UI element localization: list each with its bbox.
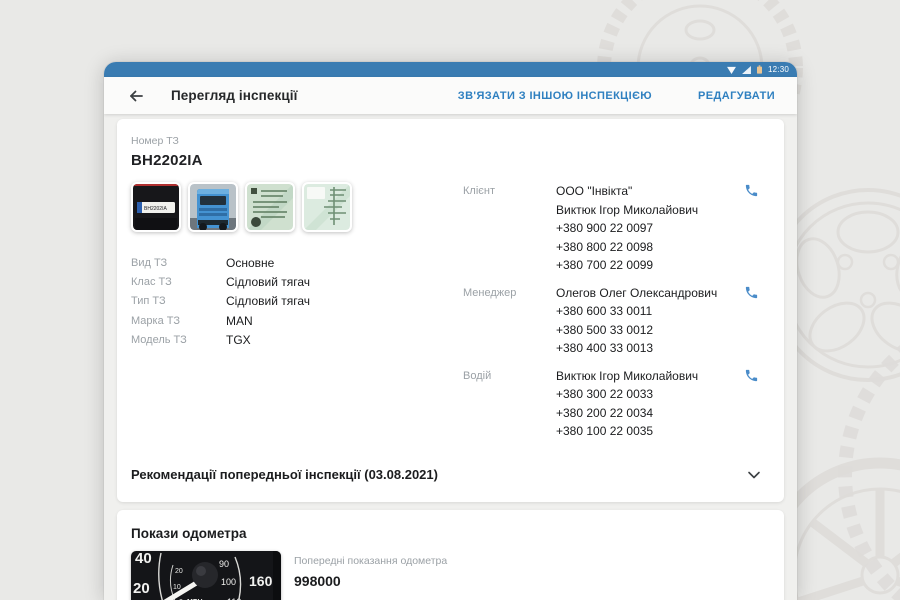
contact-label: Клієнт	[463, 185, 495, 197]
tablet-screen: 12:30 Перегляд інспекції ЗВ'ЯЗАТИ З ІНШО…	[104, 62, 797, 600]
vehicle-info-column: BH2202IA Вид ТЗ Основне Клас ТЗ Сідловий…	[131, 182, 463, 441]
vehicle-specs: Вид ТЗ Основне Клас ТЗ Сідловий тягач Тип …	[131, 254, 463, 350]
contact-label: Водій	[463, 369, 492, 382]
previous-reading-label: Попередні показання одометра	[294, 554, 448, 567]
vehicle-number-value: ВН2202ІА	[131, 152, 203, 169]
cellular-signal-icon	[742, 65, 751, 74]
registration-doc-photo-2[interactable]	[302, 182, 352, 232]
phone-icon[interactable]	[744, 284, 770, 358]
odometer-previous-reading: Попередні показання одометра 998000	[294, 551, 447, 600]
contact-phone-number: +380 400 33 0013	[556, 341, 654, 355]
status-time: 12:30	[767, 65, 789, 74]
recommendations-expander[interactable]: Рекомендації попередньої інспекції (03.0…	[131, 462, 770, 488]
registration-doc-photo[interactable]	[245, 182, 295, 232]
spec-row-klas: Клас ТЗ Сідловий тягач	[131, 273, 463, 292]
spec-label: Вид ТЗ	[131, 257, 168, 269]
contact-label: Менеджер	[463, 286, 517, 299]
contact-block-client: Клієнт ООО "Інвікта" Виктюк Ігор Миколай…	[463, 182, 770, 275]
svg-text:20: 20	[175, 568, 183, 575]
battery-icon	[756, 65, 762, 74]
previous-reading-value: 998000	[294, 572, 341, 589]
contact-line: Виктюк Ігор Миколайович	[556, 202, 699, 217]
svg-text:20: 20	[133, 580, 150, 597]
status-bar: 12:30	[104, 62, 797, 77]
contact-phone-number: +380 800 22 0098	[556, 239, 654, 254]
spec-value: MAN	[226, 313, 253, 328]
page-title: Перегляд інспекції	[171, 88, 298, 103]
contact-phone-number: +380 700 22 0099	[556, 258, 654, 272]
license-plate-photo[interactable]: BH2202IA	[131, 182, 181, 232]
svg-text:100: 100	[221, 577, 236, 587]
odometer-section-title: Покази одометра	[131, 525, 247, 541]
contact-phone-number: +380 200 22 0034	[556, 405, 654, 420]
truck-photo[interactable]	[188, 182, 238, 232]
odometer-photo[interactable]: 40 20 20 10 0 MPH 90 100 110	[131, 550, 281, 600]
spec-row-vyd: Вид ТЗ Основне	[131, 254, 463, 273]
spec-label: Марка ТЗ	[131, 314, 180, 327]
svg-text:110: 110	[227, 597, 241, 600]
spec-value: Основне	[226, 256, 275, 270]
spec-label: Модель ТЗ	[131, 333, 187, 346]
spec-value: Сідловий тягач	[226, 275, 311, 290]
link-inspection-button[interactable]: ЗВ'ЯЗАТИ З ІНШОЮ ІНСПЕКЦІЄЮ	[458, 90, 652, 102]
chevron-down-icon[interactable]	[746, 467, 762, 483]
inspection-card: Номер ТЗ ВН2202ІА BH2202IA Вид ТЗ Основн…	[117, 119, 784, 502]
wifi-icon	[727, 66, 736, 74]
back-arrow-icon[interactable]	[126, 86, 146, 106]
odometer-card: Покази одометра 40 20 20 10 0	[117, 509, 784, 600]
recommendations-title: Рекомендації попередньої інспекції (03.0…	[131, 467, 438, 482]
spec-value: TGX	[226, 332, 251, 347]
contacts-column: Клієнт ООО "Інвікта" Виктюк Ігор Миколай…	[463, 182, 770, 441]
app-bar: Перегляд інспекції ЗВ'ЯЗАТИ З ІНШОЮ ІНСП…	[104, 77, 797, 114]
spec-row-marka: Марка ТЗ MAN	[131, 312, 463, 331]
vehicle-photos: BH2202IA	[131, 182, 463, 232]
phone-icon[interactable]	[744, 182, 770, 275]
contact-line: ООО "Інвікта"	[556, 184, 633, 198]
contact-block-manager: Менеджер Олегов Олег Олександрович +380 …	[463, 284, 770, 358]
svg-text:40: 40	[135, 551, 152, 567]
contact-phone-number: +380 300 22 0033	[556, 387, 654, 401]
vehicle-number-label: Номер ТЗ	[131, 135, 179, 147]
svg-text:90: 90	[219, 559, 229, 569]
contact-phone-number: +380 900 22 0097	[556, 221, 654, 235]
contact-block-driver: Водій Виктюк Ігор Миколайович +380 300 2…	[463, 367, 770, 441]
spec-row-typ: Тип ТЗ Сідловий тягач	[131, 292, 463, 311]
spec-label: Клас ТЗ	[131, 276, 172, 289]
spec-value: Сідловий тягач	[226, 294, 311, 309]
content-area: Номер ТЗ ВН2202ІА BH2202IA Вид ТЗ Основн…	[104, 114, 797, 600]
contact-line: Олегов Олег Олександрович	[556, 285, 718, 300]
contact-phone-number: +380 500 33 0012	[556, 322, 654, 337]
contact-phone-number: +380 100 22 0035	[556, 424, 654, 438]
edit-button[interactable]: РЕДАГУВАТИ	[698, 90, 775, 102]
svg-text:160: 160	[249, 573, 273, 589]
spec-row-model: Модель ТЗ TGX	[131, 331, 463, 350]
svg-text:10: 10	[173, 584, 181, 591]
spec-label: Тип ТЗ	[131, 295, 166, 308]
svg-text:BH2202IA: BH2202IA	[144, 206, 167, 212]
phone-icon[interactable]	[744, 367, 770, 441]
contact-phone-number: +380 600 33 0011	[556, 304, 653, 318]
contact-line: Виктюк Ігор Миколайович	[556, 368, 699, 383]
app-bar-actions: ЗВ'ЯЗАТИ З ІНШОЮ ІНСПЕКЦІЄЮ РЕДАГУВАТИ	[458, 90, 775, 102]
